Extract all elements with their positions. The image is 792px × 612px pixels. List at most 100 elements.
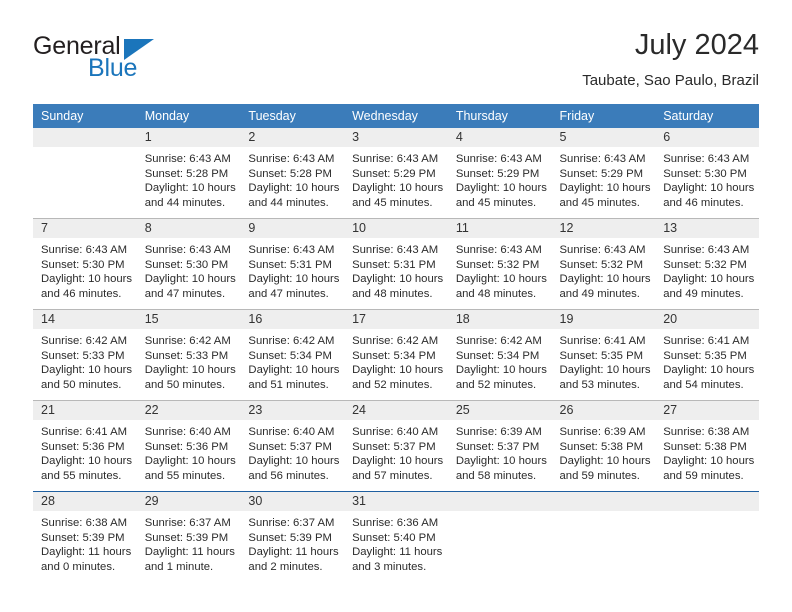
- calendar-day-cell[interactable]: 3 Sunrise: 6:43 AM Sunset: 5:29 PM Daylight…: [344, 128, 448, 219]
- day-sunrise-text: Sunrise: 6:42 AM: [41, 335, 128, 347]
- calendar-day-cell-empty: [447, 491, 552, 580]
- day-sunset-text: Sunset: 5:34 PM: [352, 349, 436, 362]
- weekday-header-sunday: Sunday: [33, 104, 137, 128]
- calendar-day-cell[interactable]: 12 Sunrise: 6:43 AM Sunset: 5:32 PM Dayligh…: [551, 218, 656, 310]
- day-sunset-text: Sunset: 5:35 PM: [663, 349, 747, 362]
- day-details: Sunrise: 6:42 AM Sunset: 5:33 PM Daylight:…: [33, 329, 137, 392]
- calendar-day-cell[interactable]: 13 Sunrise: 6:43 AM Sunset: 5:32 PM Dayligh…: [655, 218, 759, 310]
- day-details: [655, 511, 759, 516]
- day-sunset-text: Sunset: 5:38 PM: [663, 440, 747, 453]
- day-daylight-line1-text: Daylight: 10 hours: [144, 364, 236, 377]
- day-number: 7: [33, 219, 137, 238]
- day-details: Sunrise: 6:42 AM Sunset: 5:34 PM Daylight:…: [240, 329, 344, 392]
- weekday-header-tuesday: Tuesday: [240, 104, 345, 128]
- day-sunrise-text: Sunrise: 6:42 AM: [352, 335, 439, 347]
- day-sunset-text: Sunset: 5:35 PM: [559, 349, 644, 362]
- day-daylight-line1-text: Daylight: 10 hours: [144, 455, 236, 468]
- calendar-day-cell[interactable]: 11 Sunrise: 6:43 AM Sunset: 5:32 PM Dayligh…: [447, 218, 552, 310]
- day-details: Sunrise: 6:43 AM Sunset: 5:31 PM Daylight:…: [344, 238, 448, 301]
- calendar-day-cell[interactable]: 5 Sunrise: 6:43 AM Sunset: 5:29 PM Daylight…: [551, 128, 656, 219]
- day-daylight-line2-text: and 48 minutes.: [352, 287, 433, 300]
- day-cell-inner: 10 Sunrise: 6:43 AM Sunset: 5:31 PM Dayligh…: [344, 219, 448, 309]
- calendar-day-cell[interactable]: 22 Sunrise: 6:40 AM Sunset: 5:36 PM Dayligh…: [136, 400, 241, 492]
- day-number: 20: [655, 310, 759, 329]
- day-cell-inner: 3 Sunrise: 6:43 AM Sunset: 5:29 PM Daylight…: [344, 128, 448, 218]
- day-daylight-line1-text: Daylight: 10 hours: [41, 364, 133, 377]
- day-daylight-line2-text: and 47 minutes.: [144, 287, 226, 300]
- day-sunrise-text: Sunrise: 6:43 AM: [663, 244, 750, 256]
- day-sunrise-text: Sunrise: 6:40 AM: [144, 426, 231, 438]
- day-daylight-line2-text: and 54 minutes.: [663, 378, 744, 391]
- day-sunset-text: Sunset: 5:31 PM: [352, 258, 436, 271]
- calendar-day-cell[interactable]: 23 Sunrise: 6:40 AM Sunset: 5:37 PM Dayligh…: [240, 400, 345, 492]
- calendar-day-cell[interactable]: 7 Sunrise: 6:43 AM Sunset: 5:30 PM Daylight…: [33, 218, 137, 310]
- calendar-day-cell[interactable]: 30 Sunrise: 6:37 AM Sunset: 5:39 PM Dayligh…: [240, 491, 345, 580]
- calendar-day-cell[interactable]: 21 Sunrise: 6:41 AM Sunset: 5:36 PM Dayligh…: [33, 400, 137, 492]
- calendar-day-cell[interactable]: 6 Sunrise: 6:43 AM Sunset: 5:30 PM Daylight…: [655, 128, 759, 219]
- day-sunset-text: Sunset: 5:37 PM: [352, 440, 436, 453]
- calendar-day-cell[interactable]: 10 Sunrise: 6:43 AM Sunset: 5:31 PM Dayligh…: [344, 218, 448, 310]
- calendar-day-cell[interactable]: 1 Sunrise: 6:43 AM Sunset: 5:28 PM Daylight…: [136, 128, 241, 219]
- day-number: 27: [655, 401, 759, 420]
- day-daylight-line1-text: Daylight: 10 hours: [663, 364, 755, 377]
- day-daylight-line1-text: Daylight: 10 hours: [455, 182, 547, 195]
- day-cell-inner: 8 Sunrise: 6:43 AM Sunset: 5:30 PM Daylight…: [136, 219, 241, 309]
- calendar-day-cell[interactable]: 26 Sunrise: 6:39 AM Sunset: 5:38 PM Dayligh…: [551, 400, 656, 492]
- day-daylight-line1-text: Daylight: 11 hours: [352, 546, 443, 559]
- calendar-day-cell[interactable]: 8 Sunrise: 6:43 AM Sunset: 5:30 PM Daylight…: [136, 218, 241, 310]
- day-daylight-line2-text: and 50 minutes.: [41, 378, 122, 391]
- day-sunrise-text: Sunrise: 6:36 AM: [352, 517, 439, 529]
- day-daylight-line2-text: and 49 minutes.: [559, 287, 640, 300]
- day-daylight-line2-text: and 52 minutes.: [352, 378, 433, 391]
- calendar-header-row: Sunday Monday Tuesday Wednesday Thursday Frid…: [33, 104, 759, 128]
- day-cell-inner: 17 Sunrise: 6:42 AM Sunset: 5:34 PM Dayligh…: [344, 310, 448, 400]
- calendar-day-cell[interactable]: 31 Sunrise: 6:36 AM Sunset: 5:40 PM Dayligh…: [344, 491, 448, 580]
- day-sunset-text: Sunset: 5:28 PM: [144, 167, 229, 180]
- day-daylight-line2-text: and 44 minutes.: [144, 196, 226, 209]
- day-number: 28: [33, 492, 137, 511]
- calendar-day-cell[interactable]: 24 Sunrise: 6:40 AM Sunset: 5:37 PM Dayligh…: [344, 400, 448, 492]
- day-sunset-text: Sunset: 5:30 PM: [663, 167, 747, 180]
- calendar-day-cell[interactable]: 15 Sunrise: 6:42 AM Sunset: 5:33 PM Dayligh…: [136, 309, 241, 401]
- calendar-day-cell[interactable]: 9 Sunrise: 6:43 AM Sunset: 5:31 PM Daylight…: [240, 218, 345, 310]
- day-number: [33, 128, 137, 147]
- day-daylight-line2-text: and 51 minutes.: [248, 378, 329, 391]
- day-details: [552, 511, 656, 516]
- day-sunrise-text: Sunrise: 6:38 AM: [663, 426, 750, 438]
- day-sunset-text: Sunset: 5:28 PM: [248, 167, 332, 180]
- day-cell-inner: 27 Sunrise: 6:38 AM Sunset: 5:38 PM Dayligh…: [655, 401, 759, 491]
- calendar-day-cell[interactable]: 20 Sunrise: 6:41 AM Sunset: 5:35 PM Dayligh…: [655, 309, 759, 401]
- calendar-day-cell[interactable]: 14 Sunrise: 6:42 AM Sunset: 5:33 PM Dayligh…: [33, 309, 137, 401]
- day-sunset-text: Sunset: 5:31 PM: [248, 258, 332, 271]
- day-daylight-line1-text: Daylight: 10 hours: [663, 182, 755, 195]
- day-daylight-line1-text: Daylight: 10 hours: [248, 182, 340, 195]
- general-blue-logo[interactable]: General Blue: [33, 32, 213, 88]
- weekday-header-row: Sunday Monday Tuesday Wednesday Thursday Frid…: [33, 104, 759, 128]
- day-sunrise-text: Sunrise: 6:41 AM: [559, 335, 646, 347]
- day-sunset-text: Sunset: 5:39 PM: [248, 531, 332, 544]
- day-number: 6: [655, 128, 759, 147]
- day-cell-inner: 22 Sunrise: 6:40 AM Sunset: 5:36 PM Dayligh…: [136, 401, 241, 491]
- calendar-day-cell[interactable]: 19 Sunrise: 6:41 AM Sunset: 5:35 PM Dayligh…: [551, 309, 656, 401]
- day-sunset-text: Sunset: 5:33 PM: [144, 349, 229, 362]
- calendar-day-cell[interactable]: 17 Sunrise: 6:42 AM Sunset: 5:34 PM Dayligh…: [344, 309, 448, 401]
- calendar-day-cell[interactable]: 25 Sunrise: 6:39 AM Sunset: 5:37 PM Dayligh…: [447, 400, 552, 492]
- calendar-day-cell[interactable]: 18 Sunrise: 6:42 AM Sunset: 5:34 PM Dayligh…: [447, 309, 552, 401]
- day-cell-inner: 24 Sunrise: 6:40 AM Sunset: 5:37 PM Dayligh…: [344, 401, 448, 491]
- day-details: Sunrise: 6:43 AM Sunset: 5:29 PM Daylight:…: [552, 147, 656, 210]
- day-sunrise-text: Sunrise: 6:40 AM: [248, 426, 335, 438]
- calendar-day-cell[interactable]: 27 Sunrise: 6:38 AM Sunset: 5:38 PM Dayligh…: [655, 400, 759, 492]
- calendar-day-cell[interactable]: 28 Sunrise: 6:38 AM Sunset: 5:39 PM Dayligh…: [33, 491, 137, 580]
- day-details: Sunrise: 6:43 AM Sunset: 5:30 PM Daylight:…: [655, 147, 759, 210]
- day-sunset-text: Sunset: 5:37 PM: [248, 440, 332, 453]
- day-cell-inner: 19 Sunrise: 6:41 AM Sunset: 5:35 PM Dayligh…: [551, 310, 656, 400]
- calendar-day-cell[interactable]: 16 Sunrise: 6:42 AM Sunset: 5:34 PM Dayligh…: [240, 309, 345, 401]
- day-sunrise-text: Sunrise: 6:39 AM: [455, 426, 542, 438]
- day-number: 22: [136, 401, 241, 420]
- day-cell-inner: 29 Sunrise: 6:37 AM Sunset: 5:39 PM Dayligh…: [136, 492, 241, 580]
- day-daylight-line1-text: Daylight: 10 hours: [248, 273, 340, 286]
- calendar-day-cell[interactable]: 4 Sunrise: 6:43 AM Sunset: 5:29 PM Daylight…: [447, 128, 552, 219]
- day-sunrise-text: Sunrise: 6:43 AM: [559, 244, 646, 256]
- calendar-day-cell[interactable]: 2 Sunrise: 6:43 AM Sunset: 5:28 PM Daylight…: [240, 128, 345, 219]
- calendar-day-cell[interactable]: 29 Sunrise: 6:37 AM Sunset: 5:39 PM Dayligh…: [136, 491, 241, 580]
